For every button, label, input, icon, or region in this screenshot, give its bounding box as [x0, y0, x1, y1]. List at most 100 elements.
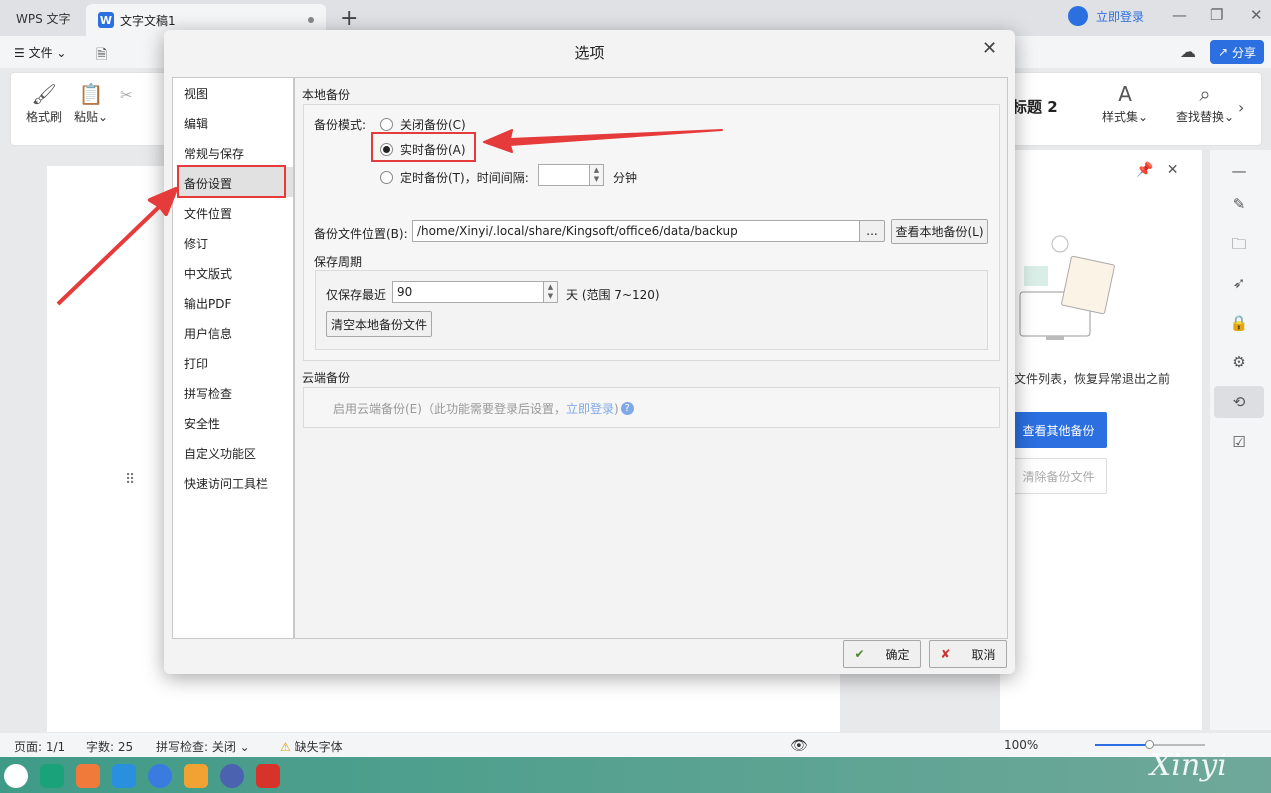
nav-item-edit[interactable]: 编辑	[184, 115, 208, 132]
paste-button[interactable]: 📋 粘贴⌄	[74, 82, 108, 125]
missing-font-status[interactable]: ⚠ 缺失字体	[280, 738, 343, 755]
ok-label: 确定	[885, 647, 910, 662]
cloud-upload-icon[interactable]: ☁	[1180, 42, 1196, 61]
collapse-icon[interactable]: —	[1228, 162, 1250, 180]
radio-off-indicator	[380, 118, 393, 131]
lock-icon[interactable]: 🔒	[1228, 314, 1250, 332]
cursor-icon[interactable]: ➶	[1228, 274, 1250, 292]
radio-backup-off[interactable]: 关闭备份(C)	[380, 116, 466, 133]
spin-up-icon[interactable]: ▲	[594, 166, 599, 175]
spin-down-icon[interactable]: ▼	[594, 175, 599, 184]
app-icon-1[interactable]	[40, 764, 64, 788]
pen-icon[interactable]: ✎	[1228, 195, 1250, 213]
app-icon-5[interactable]	[184, 764, 208, 788]
minimize-icon[interactable]: —	[1172, 6, 1187, 24]
nav-item-revision[interactable]: 修订	[184, 235, 208, 252]
settings-icon[interactable]	[220, 764, 244, 788]
nav-item-view[interactable]: 视图	[184, 85, 208, 102]
watermark: Xinyi	[1150, 748, 1227, 783]
radio-backup-timed[interactable]: 定时备份(T)，时间间隔:	[380, 169, 529, 186]
ok-button[interactable]: ✔ 确定	[843, 640, 921, 668]
keep-recent-spinner[interactable]: ▲ ▼	[544, 281, 558, 303]
wps-app-icon[interactable]	[256, 764, 280, 788]
missing-font-label: 缺失字体	[294, 740, 343, 754]
interval-spinner[interactable]: ▲ ▼	[590, 164, 604, 186]
retention-title: 保存周期	[314, 255, 363, 269]
save-icon[interactable]: 🗎	[96, 44, 107, 68]
drag-handle-icon[interactable]: ⠿	[125, 472, 135, 488]
ribbon-next-icon[interactable]: ›	[1238, 98, 1244, 117]
history-icon[interactable]: ⟲	[1228, 393, 1250, 411]
nav-item-export-pdf[interactable]: 输出PDF	[184, 295, 231, 312]
keep-recent-input[interactable]: 90	[392, 281, 544, 303]
backup-location-input[interactable]: /home/Xinyi/.local/share/Kingsoft/office…	[412, 220, 860, 242]
format-painter-button[interactable]: 🖌 格式刷	[26, 82, 62, 125]
style-set-button[interactable]: A 样式集⌄	[1102, 82, 1148, 125]
clear-local-backup-button[interactable]: 清空本地备份文件	[326, 311, 432, 337]
help-icon[interactable]: ?	[620, 402, 634, 415]
cloud-enable-label: 启用云端备份(E)（此功能需要登录后设置，	[333, 402, 566, 416]
nav-item-backup[interactable]: 备份设置	[184, 175, 232, 192]
warning-icon: ⚠	[280, 740, 291, 754]
pane-close-icon[interactable]: ✕	[1167, 162, 1179, 178]
nav-item-chinese-layout[interactable]: 中文版式	[184, 265, 232, 282]
browser-icon[interactable]	[148, 764, 172, 788]
days-range-label: 天 (范围 7~120)	[566, 288, 660, 302]
interval-input[interactable]	[538, 164, 590, 186]
nav-item-spellcheck[interactable]: 拼写检查	[184, 385, 232, 402]
search-icon: ⌕	[1199, 82, 1211, 106]
cancel-label: 取消	[971, 647, 996, 662]
nav-item-general-save[interactable]: 常规与保存	[184, 145, 244, 162]
spellcheck-status[interactable]: 拼写检查: 关闭 ⌄	[156, 738, 250, 755]
view-other-backup-button[interactable]: 查看其他备份	[1010, 412, 1107, 448]
view-local-backup-button[interactable]: 查看本地备份(L)	[891, 219, 988, 244]
find-replace-button[interactable]: ⌕ 查找替换⌄	[1176, 82, 1234, 125]
checklist-icon[interactable]: ☑	[1228, 433, 1250, 451]
backup-pane-description: 文件列表，恢复异常退出之前	[1014, 372, 1171, 386]
cancel-button[interactable]: ✘ 取消	[929, 640, 1007, 668]
keep-recent-label: 仅保存最近	[326, 288, 387, 302]
spin-up-icon[interactable]: ▲	[548, 283, 553, 292]
backup-mode-label: 备份模式:	[314, 118, 367, 132]
tab-wps-text[interactable]: WPS 文字	[4, 5, 83, 32]
heading-2-style[interactable]: 标题 2	[1012, 96, 1058, 117]
spin-down-icon[interactable]: ▼	[548, 292, 553, 301]
nav-item-print[interactable]: 打印	[184, 355, 208, 372]
zoom-level[interactable]: 100%	[1004, 738, 1038, 752]
radio-off-label: 关闭备份(C)	[400, 118, 466, 132]
share-icon: ↗	[1217, 45, 1229, 59]
cloud-login-link[interactable]: 立即登录	[566, 400, 614, 417]
settings-sliders-icon[interactable]: ⚙	[1228, 353, 1250, 371]
window-close-icon[interactable]: ✕	[1250, 6, 1263, 24]
restore-icon[interactable]: ❐	[1210, 6, 1223, 24]
word-count: 字数: 25	[86, 740, 134, 754]
cut-icon[interactable]: ✂	[120, 86, 133, 104]
backup-location-label: 备份文件位置(B):	[314, 227, 408, 241]
clear-backup-button[interactable]: 清除备份文件	[1010, 458, 1107, 494]
share-button[interactable]: ↗ 分享	[1210, 40, 1264, 64]
nav-item-user-info[interactable]: 用户信息	[184, 325, 232, 342]
file-menu[interactable]: ☰ 文件 ⌄	[14, 44, 66, 61]
unsaved-dot-icon	[308, 17, 314, 23]
launcher-icon[interactable]	[4, 764, 28, 788]
nav-item-custom-ribbon[interactable]: 自定义功能区	[184, 445, 256, 462]
cancel-x-icon: ✘	[940, 647, 951, 661]
browse-button[interactable]: ...	[859, 220, 885, 242]
nav-items: 视图 编辑 常规与保存 备份设置 文件位置 修订 中文版式 输出PDF 用户信息…	[172, 77, 294, 517]
tab-wps-label: WPS 文字	[16, 12, 71, 26]
nav-item-quick-access[interactable]: 快速访问工具栏	[184, 475, 268, 492]
eye-icon[interactable]: 👁	[790, 738, 808, 754]
nav-item-file-location[interactable]: 文件位置	[184, 205, 232, 222]
folder-search-icon[interactable]: 🗀	[1228, 234, 1250, 259]
nav-item-security[interactable]: 安全性	[184, 415, 220, 432]
app-store-icon[interactable]	[112, 764, 136, 788]
minutes-unit: 分钟	[613, 171, 638, 185]
login-button[interactable]: 立即登录	[1068, 6, 1144, 26]
paste-label: 粘贴⌄	[74, 110, 109, 124]
new-tab-plus-icon[interactable]: +	[340, 6, 358, 31]
dialog-close-icon[interactable]: ✕	[982, 38, 997, 59]
login-label: 立即登录	[1096, 9, 1145, 24]
app-icon-2[interactable]	[76, 764, 100, 788]
cloud-backup-title: 云端备份	[302, 371, 351, 385]
pin-icon[interactable]: 📌	[1136, 162, 1153, 178]
